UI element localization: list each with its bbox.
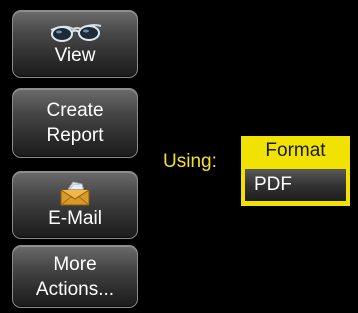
glasses-icon [50, 23, 102, 42]
format-selector[interactable]: Format PDF [241, 136, 350, 206]
more-actions-label-line1: More [53, 253, 97, 275]
format-selector-header: Format [241, 136, 350, 165]
create-report-label-line1: Create [46, 100, 104, 121]
more-actions-button[interactable]: More Actions... [12, 245, 138, 308]
format-selected-value: PDF [245, 169, 346, 201]
format-selected-option[interactable]: PDF [241, 165, 350, 206]
envelope-icon [60, 180, 90, 205]
view-label: View [54, 44, 96, 66]
email-label: E-Mail [48, 207, 102, 229]
action-sidebar: View Create Report E-Mail More Actions..… [0, 0, 145, 313]
email-button[interactable]: E-Mail [12, 171, 138, 239]
more-actions-label-line2: Actions... [35, 278, 115, 300]
view-button[interactable]: View [12, 10, 138, 78]
create-report-button[interactable]: Create Report [12, 88, 138, 158]
using-label: Using: [163, 151, 217, 172]
create-report-label-line2: Report [46, 125, 104, 146]
